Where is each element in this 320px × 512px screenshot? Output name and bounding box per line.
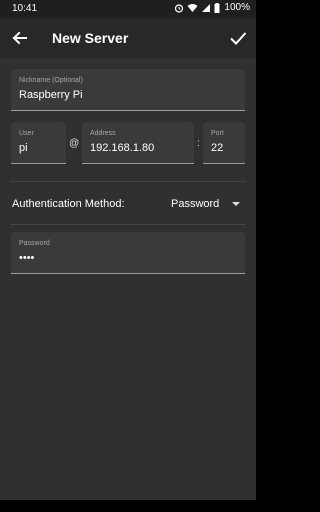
page-title: New Server [52,30,129,46]
nickname-label: Nickname (Optional) [19,77,83,84]
wifi-icon [187,3,198,12]
auth-method-value: Password [171,198,220,210]
address-label: Address [90,130,116,137]
user-label: User [19,130,34,137]
auth-method-dropdown[interactable]: Password [170,193,246,215]
user-value: pi [19,142,28,154]
at-separator: @ [69,138,80,149]
port-value: 22 [211,142,224,154]
address-value: 192.168.1.80 [90,142,155,154]
status-icons: 100% [174,2,250,13]
battery-icon [214,2,220,13]
nickname-field[interactable]: Nickname (Optional) Raspberry Pi [11,69,245,111]
port-label: Port [211,130,224,137]
dropdown-arrow-icon [232,202,240,206]
navigation-bar [0,500,256,512]
status-bar: 10:41 100% [0,0,256,18]
nickname-value: Raspberry Pi [19,89,83,101]
auth-method-label: Authentication Method: [12,198,125,210]
signal-icon [202,3,211,12]
password-label: Password [19,240,50,247]
battery-percent: 100% [224,2,250,13]
section-divider-2 [10,224,246,225]
section-divider [10,181,246,182]
alarm-icon [175,3,184,13]
colon-separator: : [197,138,200,149]
address-field[interactable]: Address 192.168.1.80 [82,122,194,164]
password-value: •••• [19,252,35,264]
save-check-icon[interactable] [228,28,248,48]
back-arrow-icon[interactable] [10,28,30,48]
password-field[interactable]: Password •••• [11,232,245,274]
user-field[interactable]: User pi [11,122,66,164]
status-time: 10:41 [12,3,38,14]
screen: 10:41 100% New Server Nickname (Optional… [0,0,256,512]
port-field[interactable]: Port 22 [203,122,245,164]
app-bar: New Server [0,18,256,58]
